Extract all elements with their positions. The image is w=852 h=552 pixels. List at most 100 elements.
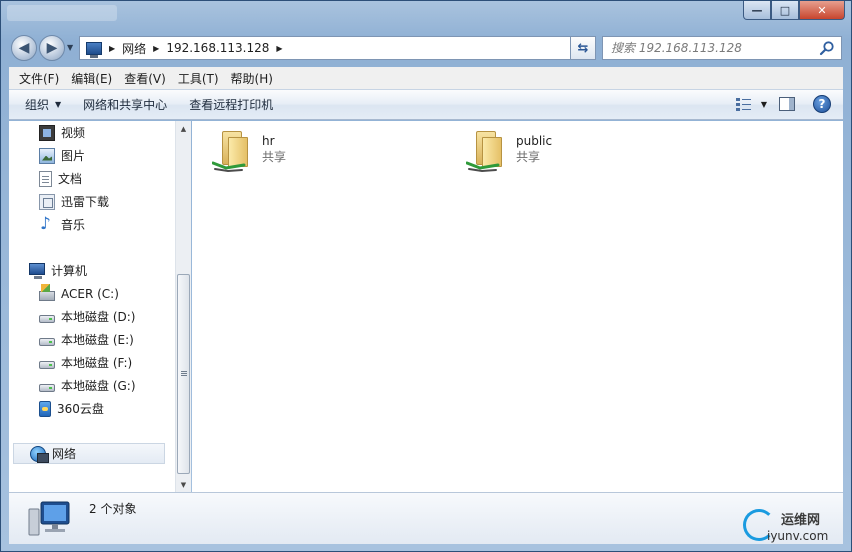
forward-button[interactable]: ▶ — [39, 35, 65, 61]
view-options-icon[interactable] — [735, 96, 753, 112]
menu-tools[interactable]: 工具(T) — [172, 70, 225, 87]
nav-item-music[interactable]: 音乐 — [39, 214, 85, 235]
network-computer-icon — [86, 41, 102, 58]
breadcrumb-host[interactable]: 192.168.113.128 — [166, 41, 269, 55]
breadcrumb-network[interactable]: 网络 — [122, 40, 146, 57]
menu-view[interactable]: 查看(V) — [118, 70, 172, 87]
scroll-up-arrow-icon[interactable]: ▲ — [176, 121, 191, 136]
nav-item-label: 计算机 — [51, 264, 88, 278]
explorer-window: — □ ✕ ◀ ▶ ▼ ▶ 网络 ▶ 192.168.113.128 ▶ ▼ ⇆… — [0, 0, 852, 552]
organize-button[interactable]: 组织 ▼ — [17, 96, 69, 113]
picture-library-icon — [39, 147, 55, 164]
refresh-icon: ⇆ — [577, 40, 589, 56]
nav-item-label: 本地磁盘 (G:) — [61, 379, 136, 393]
nav-item-label: 音乐 — [61, 218, 86, 232]
hard-drive-icon — [39, 383, 55, 392]
grip-icon — [181, 371, 187, 372]
share-type: 共享 — [516, 150, 541, 164]
nav-item-documents[interactable]: 文档 — [39, 168, 82, 189]
minimize-button[interactable]: — — [743, 1, 771, 20]
nav-item-label: 本地磁盘 (F:) — [61, 356, 133, 370]
search-icon[interactable] — [819, 40, 835, 56]
maximize-button[interactable]: □ — [771, 1, 799, 20]
share-name: hr — [262, 134, 275, 148]
nav-item-label: 图片 — [61, 149, 86, 163]
network-cable-icon — [466, 161, 500, 173]
share-folder-public[interactable]: public 共享 — [462, 127, 682, 181]
nav-item-label: 视频 — [61, 126, 86, 140]
nav-item-drive-g[interactable]: 本地磁盘 (G:) — [39, 375, 136, 396]
address-bar[interactable]: ▶ 网络 ▶ 192.168.113.128 ▶ ▼ — [79, 36, 594, 60]
scroll-down-arrow-icon[interactable]: ▼ — [176, 477, 191, 492]
nav-item-360-cloud[interactable]: 360云盘 — [39, 398, 104, 419]
close-button[interactable]: ✕ — [799, 1, 845, 20]
hard-drive-icon — [39, 314, 55, 323]
view-dropdown-icon[interactable]: ▼ — [761, 100, 767, 109]
nav-item-label: 本地磁盘 (D:) — [61, 310, 136, 324]
recent-pages-dropdown-icon[interactable]: ▼ — [67, 43, 73, 52]
help-icon[interactable]: ? — [813, 95, 831, 113]
organize-label: 组织 — [25, 98, 50, 112]
nav-item-videos[interactable]: 视频 — [39, 122, 85, 143]
nav-item-label: ACER (C:) — [61, 286, 119, 301]
share-text: hr 共享 — [262, 127, 286, 181]
window-title-ghost — [7, 5, 117, 21]
title-bar[interactable]: — □ ✕ — [1, 1, 851, 29]
document-library-icon — [39, 170, 52, 187]
chevron-down-icon: ▼ — [55, 100, 62, 109]
nav-item-label: 文档 — [58, 172, 83, 186]
nav-item-computer[interactable]: 计算机 — [29, 260, 87, 281]
nav-item-label: 360云盘 — [57, 402, 104, 416]
chevron-right-icon[interactable]: ▶ — [276, 44, 282, 53]
chevron-right-icon[interactable]: ▶ — [109, 44, 115, 53]
caption-buttons: — □ ✕ — [743, 1, 845, 20]
menu-edit[interactable]: 编辑(E) — [65, 70, 118, 87]
nav-item-label: 迅雷下载 — [61, 195, 110, 209]
hard-drive-icon — [39, 360, 55, 369]
network-icon — [30, 445, 49, 463]
menu-help[interactable]: 帮助(H) — [225, 70, 279, 87]
refresh-button[interactable]: ⇆ — [570, 36, 596, 60]
command-bar-right: ▼ ? — [735, 95, 831, 113]
arrow-right-icon: ▶ — [46, 40, 58, 56]
hard-drive-icon — [39, 337, 55, 346]
share-name: public — [516, 134, 553, 148]
navigation-pane: 视频 图片 文档 迅雷下载 音乐 计算机 ACER (C:) 本地磁盘 (D — [9, 121, 191, 492]
share-folder-hr[interactable]: hr 共享 — [208, 127, 428, 181]
nav-item-label: 本地磁盘 (E:) — [61, 333, 134, 347]
item-count: 2 个对象 — [89, 502, 137, 516]
remote-printers-button[interactable]: 查看远程打印机 — [181, 96, 281, 113]
scrollbar-thumb[interactable] — [177, 274, 190, 474]
nav-item-drive-d[interactable]: 本地磁盘 (D:) — [39, 306, 135, 327]
back-button[interactable]: ◀ — [11, 35, 37, 61]
share-text: public 共享 — [516, 127, 552, 181]
menu-file[interactable]: 文件(F) — [13, 70, 65, 87]
nav-item-drive-f[interactable]: 本地磁盘 (F:) — [39, 352, 132, 373]
menu-bar: 文件(F) 编辑(E) 查看(V) 工具(T) 帮助(H) — [9, 67, 843, 89]
search-box — [602, 36, 842, 60]
network-computer-icon — [28, 501, 70, 536]
nav-item-pictures[interactable]: 图片 — [39, 145, 85, 166]
watermark-bottom-text: iyunv.com — [767, 529, 829, 543]
search-input[interactable] — [611, 41, 811, 55]
nav-item-thunder-downloads[interactable]: 迅雷下载 — [39, 191, 109, 212]
music-note-icon — [39, 214, 55, 234]
computer-icon — [29, 263, 45, 279]
network-cable-icon — [212, 161, 246, 173]
command-bar: 组织 ▼ 网络和共享中心 查看远程打印机 ▼ ? — [9, 89, 843, 120]
chevron-right-icon[interactable]: ▶ — [153, 44, 159, 53]
nav-pane-scrollbar[interactable]: ▲ ▼ — [175, 121, 191, 492]
download-library-icon — [39, 193, 55, 210]
cloud-drive-icon — [39, 400, 51, 417]
content-area: hr 共享 public 共享 — [192, 121, 843, 492]
shared-folder-icon — [208, 129, 256, 177]
video-library-icon — [39, 124, 55, 141]
watermark-top-text: 运维网 — [781, 513, 821, 528]
arrow-left-icon: ◀ — [18, 40, 30, 56]
shared-folder-icon — [462, 129, 510, 177]
nav-item-drive-e[interactable]: 本地磁盘 (E:) — [39, 329, 134, 350]
preview-pane-icon[interactable] — [779, 97, 795, 111]
nav-item-network[interactable]: 网络 — [13, 443, 165, 464]
network-center-button[interactable]: 网络和共享中心 — [75, 96, 175, 113]
nav-item-drive-c[interactable]: ACER (C:) — [39, 283, 119, 304]
